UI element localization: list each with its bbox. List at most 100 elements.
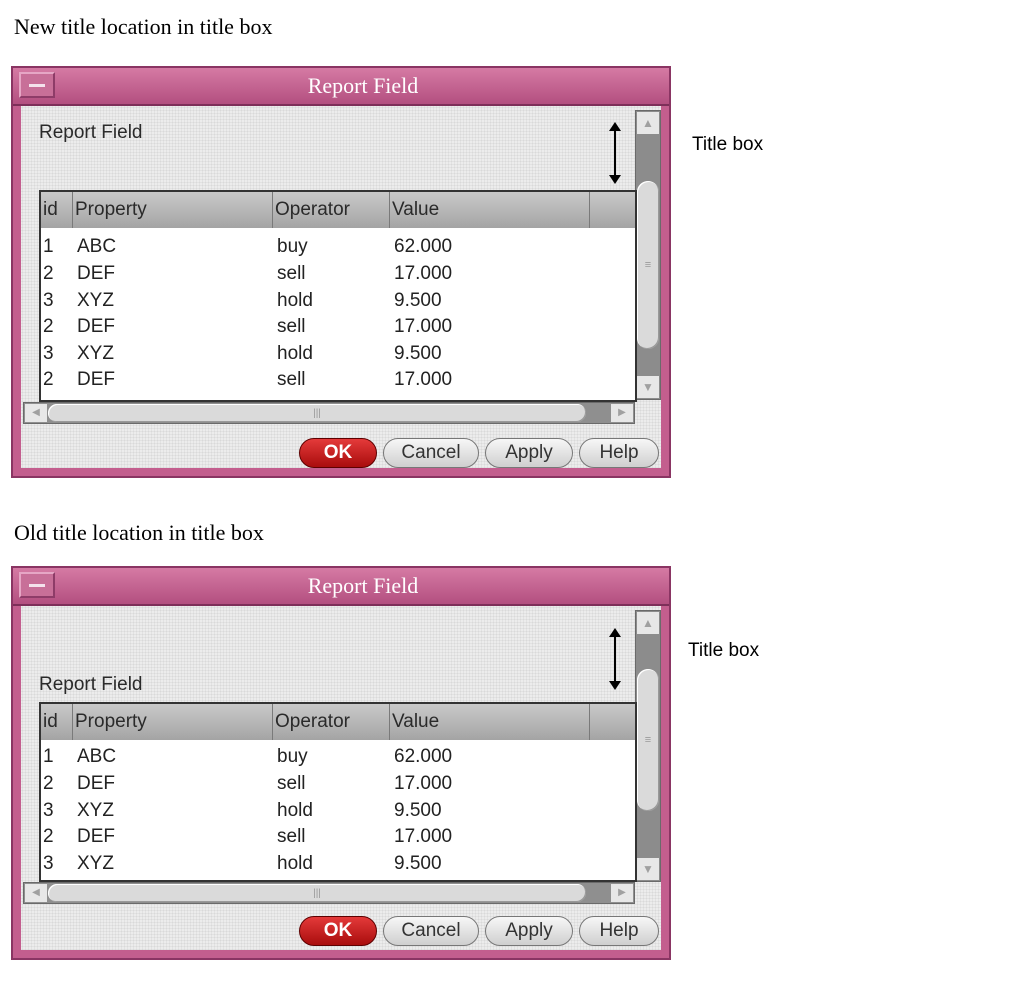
scroll-up-icon[interactable]: ▲: [637, 112, 659, 134]
cell-id: 2: [43, 316, 54, 337]
table-header: id Property Operator Value: [41, 192, 635, 228]
window-title: Report Field: [307, 73, 419, 98]
horizontal-scrollbar[interactable]: ◀ ||| ▶: [23, 402, 635, 424]
cell-property: XYZ: [77, 343, 114, 364]
help-button[interactable]: Help: [579, 916, 659, 946]
column-header-property[interactable]: Property: [73, 192, 273, 228]
cell-operator: sell: [277, 369, 306, 390]
cancel-button[interactable]: Cancel: [383, 916, 479, 946]
cell-id: 1: [43, 236, 54, 257]
cell-operator: buy: [277, 746, 308, 767]
cell-value: 9.500: [394, 853, 442, 874]
cell-value: 62.000: [394, 236, 453, 257]
cell-id: 2: [43, 263, 54, 284]
cell-operator: sell: [277, 316, 306, 337]
column-header-value[interactable]: Value: [390, 704, 590, 740]
cell-id: 3: [43, 343, 54, 364]
scroll-down-icon[interactable]: ▼: [637, 376, 659, 398]
column-header-empty: [590, 704, 635, 740]
cell-property: DEF: [77, 773, 115, 794]
table-row[interactable]: 2 DEF sell 17.000: [41, 367, 635, 393]
column-header-property[interactable]: Property: [73, 704, 273, 740]
cell-value: 9.500: [394, 343, 442, 364]
table-row[interactable]: 3 XYZ hold 9.500: [41, 341, 635, 367]
vertical-scrollbar[interactable]: ▲ ≡ ▼: [635, 610, 661, 882]
vertical-scrollbar[interactable]: ▲ ≡ ▼: [635, 110, 661, 400]
cell-id: 3: [43, 290, 54, 311]
scroll-right-icon[interactable]: ▶: [611, 884, 633, 902]
window-client-area: Report Field ▲ ≡ ▼ id Property Operator …: [21, 606, 661, 950]
title-box-label: Title box: [692, 134, 764, 155]
table-row[interactable]: 1 ABC buy 62.000: [41, 744, 635, 770]
window-titlebar: Report Field: [13, 68, 669, 106]
apply-button[interactable]: Apply: [485, 438, 573, 468]
cell-property: DEF: [77, 316, 115, 337]
cell-id: 3: [43, 853, 54, 874]
cell-property: ABC: [77, 746, 117, 767]
cell-operator: hold: [277, 853, 313, 874]
cell-value: 17.000: [394, 826, 453, 847]
table-row[interactable]: 3 XYZ hold 9.500: [41, 851, 635, 877]
report-field-window-new: Report Field Report Field ▲ ≡ ▼ id Prope…: [11, 66, 671, 478]
window-menu-icon[interactable]: [19, 572, 55, 598]
caption-new-title-location: New title location in title box: [14, 14, 273, 39]
cell-value: 17.000: [394, 316, 453, 337]
report-table: id Property Operator Value 1 ABC buy 62.…: [39, 190, 637, 402]
horizontal-scrollbar[interactable]: ◀ ||| ▶: [23, 882, 635, 904]
ok-button[interactable]: OK: [299, 438, 377, 468]
cell-id: 2: [43, 773, 54, 794]
scroll-down-icon[interactable]: ▼: [637, 858, 659, 880]
help-button[interactable]: Help: [579, 438, 659, 468]
report-field-window-old: Report Field Report Field ▲ ≡ ▼ id Prope…: [11, 566, 671, 960]
table-row[interactable]: 2 DEF sell 17.000: [41, 314, 635, 340]
cell-property: DEF: [77, 369, 115, 390]
cell-value: 9.500: [394, 290, 442, 311]
cell-property: DEF: [77, 826, 115, 847]
window-menu-icon[interactable]: [19, 72, 55, 98]
horizontal-scroll-thumb[interactable]: |||: [48, 404, 586, 422]
double-headed-arrow-icon: [609, 122, 621, 184]
report-table: id Property Operator Value 1 ABC buy 62.…: [39, 702, 637, 882]
scroll-left-icon[interactable]: ◀: [25, 884, 47, 902]
cell-id: 2: [43, 826, 54, 847]
horizontal-scroll-thumb[interactable]: |||: [48, 884, 586, 902]
cell-operator: sell: [277, 826, 306, 847]
cell-property: ABC: [77, 236, 117, 257]
window-titlebar: Report Field: [13, 568, 669, 606]
cell-value: 62.000: [394, 746, 453, 767]
report-field-title: Report Field: [39, 122, 143, 143]
cell-operator: sell: [277, 773, 306, 794]
table-row[interactable]: 1 ABC buy 62.000: [41, 234, 635, 260]
scroll-right-icon[interactable]: ▶: [611, 404, 633, 422]
caption-old-title-location: Old title location in title box: [14, 520, 264, 545]
table-row[interactable]: 3 XYZ hold 9.500: [41, 288, 635, 314]
cell-operator: sell: [277, 263, 306, 284]
table-row[interactable]: 3 XYZ hold 9.500: [41, 798, 635, 824]
table-row[interactable]: 2 DEF sell 17.000: [41, 824, 635, 850]
cell-operator: buy: [277, 236, 308, 257]
table-row[interactable]: 2 DEF sell 17.000: [41, 771, 635, 797]
vertical-scroll-thumb[interactable]: ≡: [637, 181, 659, 349]
cell-operator: hold: [277, 343, 313, 364]
cell-operator: hold: [277, 800, 313, 821]
cell-id: 2: [43, 369, 54, 390]
column-header-value[interactable]: Value: [390, 192, 590, 228]
table-row[interactable]: 2 DEF sell 17.000: [41, 261, 635, 287]
scroll-left-icon[interactable]: ◀: [25, 404, 47, 422]
vertical-scroll-thumb[interactable]: ≡: [637, 669, 659, 811]
cell-property: DEF: [77, 263, 115, 284]
table-header: id Property Operator Value: [41, 704, 635, 740]
ok-button[interactable]: OK: [299, 916, 377, 946]
window-title: Report Field: [307, 573, 419, 598]
column-header-id[interactable]: id: [41, 704, 73, 740]
cancel-button[interactable]: Cancel: [383, 438, 479, 468]
apply-button[interactable]: Apply: [485, 916, 573, 946]
title-box-label: Title box: [688, 640, 760, 661]
column-header-operator[interactable]: Operator: [273, 704, 390, 740]
column-header-id[interactable]: id: [41, 192, 73, 228]
column-header-operator[interactable]: Operator: [273, 192, 390, 228]
cell-value: 17.000: [394, 369, 453, 390]
scroll-up-icon[interactable]: ▲: [637, 612, 659, 634]
column-header-empty: [590, 192, 635, 228]
cell-operator: hold: [277, 290, 313, 311]
